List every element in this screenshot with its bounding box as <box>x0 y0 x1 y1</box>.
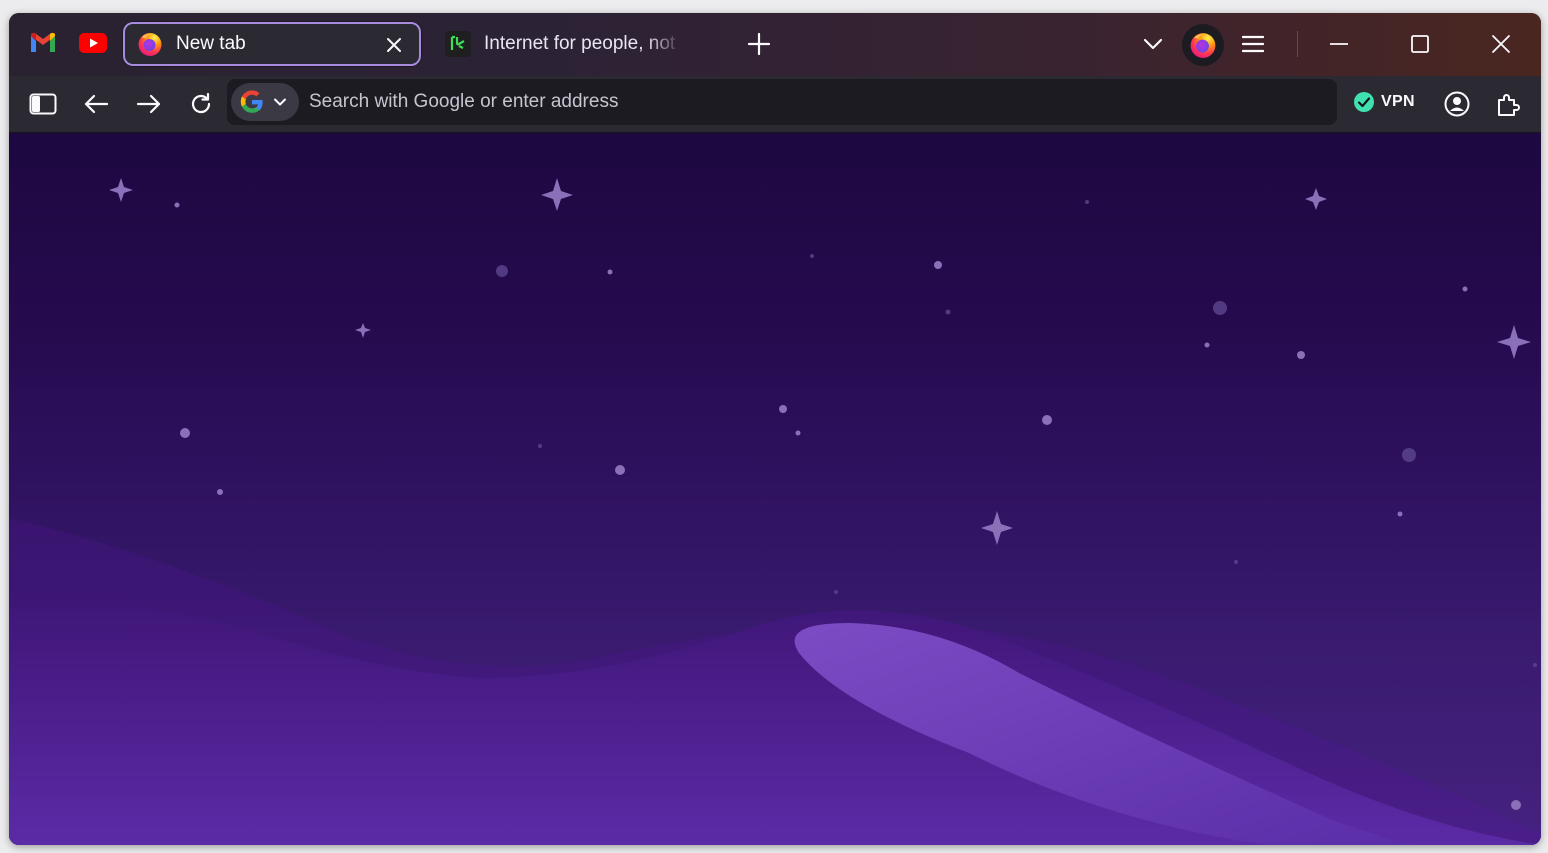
reload-button[interactable] <box>186 89 216 119</box>
hamburger-menu-icon <box>1242 35 1264 53</box>
toolbar-separator <box>1297 31 1298 57</box>
maximize-button[interactable] <box>1406 30 1434 58</box>
minimize-icon <box>1330 43 1348 45</box>
tab-new-tab[interactable]: New tab <box>123 22 421 66</box>
vpn-label: VPN <box>1381 93 1415 110</box>
back-button[interactable] <box>81 89 111 119</box>
minimize-button[interactable] <box>1325 30 1353 58</box>
youtube-icon <box>79 33 107 53</box>
google-icon <box>239 89 265 115</box>
extensions-button[interactable] <box>1493 89 1523 119</box>
tab-mozilla[interactable]: Internet for people, not profit <box>433 22 723 66</box>
close-icon <box>387 38 401 52</box>
new-tab-button[interactable] <box>745 30 773 58</box>
wallpaper-illustration <box>9 178 1541 845</box>
account-icon <box>1444 91 1470 117</box>
back-arrow-icon <box>84 94 109 114</box>
tab-close-button[interactable] <box>381 32 407 58</box>
navigation-toolbar: VPN <box>9 76 1541 133</box>
address-bar <box>227 79 1337 125</box>
pinned-tab-gmail[interactable] <box>25 25 61 61</box>
chevron-down-icon <box>1143 38 1163 50</box>
tab-title: Internet for people, not profit <box>484 33 682 54</box>
account-button[interactable] <box>1442 89 1472 119</box>
chevron-down-icon <box>273 95 287 109</box>
close-icon <box>1492 35 1510 53</box>
mozilla-icon <box>445 31 471 57</box>
vpn-button[interactable]: VPN <box>1353 90 1415 114</box>
new-tab-page <box>9 133 1541 845</box>
reload-icon <box>191 92 211 114</box>
tab-strip: New tab Internet for people, not profit <box>9 13 1541 76</box>
app-menu-button[interactable] <box>1239 30 1267 58</box>
sidebar-toggle-button[interactable] <box>28 89 58 119</box>
extensions-icon <box>1498 94 1520 116</box>
vpn-connected-icon <box>1354 92 1374 112</box>
forward-button[interactable] <box>134 89 164 119</box>
list-all-tabs-button[interactable] <box>1139 30 1167 58</box>
gmail-icon <box>29 32 57 54</box>
firefox-account-icon <box>1190 33 1216 58</box>
pinned-tab-youtube[interactable] <box>75 25 111 61</box>
url-input[interactable] <box>309 87 1309 117</box>
maximize-icon <box>1411 35 1429 53</box>
firefox-icon <box>137 31 163 57</box>
tab-title: New tab <box>176 33 246 54</box>
forward-arrow-icon <box>136 94 161 114</box>
plus-icon <box>747 32 771 56</box>
firefox-account-button[interactable] <box>1182 24 1224 66</box>
close-window-button[interactable] <box>1487 30 1515 58</box>
sidebar-icon <box>29 93 57 115</box>
browser-window: New tab Internet for people, not profit <box>9 13 1541 845</box>
search-engine-button[interactable] <box>231 83 299 121</box>
